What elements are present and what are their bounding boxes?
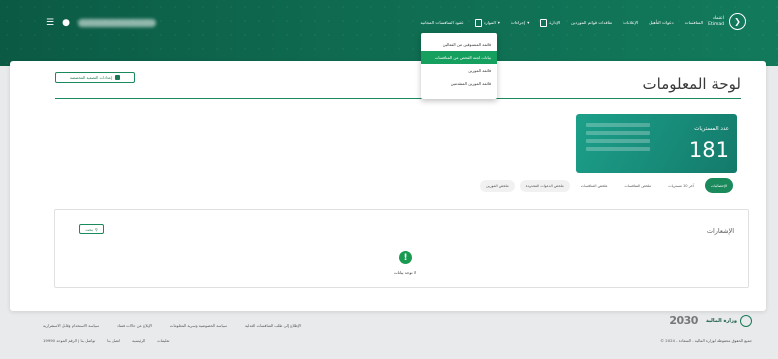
- empty-message: لا توجد بيانات: [393, 270, 417, 275]
- top-navigation-bar: ☰ ● المنافسات دعوات التأهيل الإعلانات تع…: [0, 0, 778, 66]
- menu-icon[interactable]: ☰: [46, 18, 54, 28]
- tab-last-10-purchases[interactable]: آخر 10 مستريات: [662, 180, 700, 192]
- dropdown-item[interactable]: قائمة المتسوقين من الفعالين: [421, 38, 497, 51]
- footer-links-row1: الإطلاع إلى طلب المنافسات العدلية سياسة …: [43, 323, 301, 328]
- tab-statistics[interactable]: الإحصائيات: [704, 178, 733, 193]
- dropdown-item[interactable]: قائمة المورين: [421, 64, 497, 77]
- vision-2030-logo: 2030: [669, 314, 698, 327]
- resources-dropdown-menu: قائمة المتسوقين من الفعالين بيانات لجنة …: [421, 33, 497, 99]
- nav-competitions[interactable]: المنافسات: [685, 17, 703, 29]
- dropdown-item[interactable]: قائمة المورين المتقدمين: [421, 77, 497, 90]
- tab-competitions-summary-2[interactable]: ملخص المنافسات: [575, 180, 614, 192]
- nav-free-contracts[interactable]: عقود المنافسات المجانية: [421, 17, 464, 29]
- custom-filter-settings-button[interactable]: إعدادات التصفية المخصصة: [55, 72, 135, 83]
- ministry-emblem-icon: [740, 314, 752, 327]
- nav-resources-label: الموارد: [483, 20, 496, 25]
- exclamation-icon: !: [399, 251, 412, 264]
- page-title: لوحة المعلومات: [642, 75, 742, 93]
- tab-suppliers-summary[interactable]: ملخص المورين: [480, 179, 515, 192]
- stat-value: 181: [688, 138, 729, 162]
- footer-link[interactable]: الإبلاغ عن حالات فساد: [117, 323, 152, 328]
- search-icon: ⚲: [94, 226, 98, 232]
- footer-link[interactable]: سياسة الاستخدام وقابل الاستقرارية: [43, 323, 99, 328]
- nav-resources[interactable]: الموارد ▾: [474, 17, 500, 29]
- logo-text-en: Etimad: [708, 21, 724, 27]
- notifications-panel: الإشعارات بحث ⚲ ! لا توجد بيانات: [54, 209, 749, 288]
- main-nav: المنافسات دعوات التأهيل الإعلانات تعاقدا…: [421, 17, 703, 29]
- copyright-text: © جميع الحقوق محفوظة لوزارة المالية - ال…: [660, 338, 752, 343]
- publish-button-label: إعدادات التصفية المخصصة: [69, 75, 113, 80]
- dot-icon: ●: [62, 18, 70, 28]
- footer-logos: 2030 وزارة المالية: [669, 314, 752, 327]
- footer-link[interactable]: الإطلاع إلى طلب المنافسات العدلية: [245, 323, 301, 328]
- dropdown-item-active[interactable]: بيانات لجنة الفحص من المنافسات: [421, 51, 497, 64]
- nav-actions[interactable]: إجراءات ▾: [511, 17, 529, 29]
- tab-limited-invitations-summary[interactable]: ملخص الدعوات المحدودة: [519, 179, 570, 192]
- document-icon: [474, 19, 482, 27]
- logo-arrow-icon: ❯: [729, 13, 746, 30]
- logo-text: اعتماد Etimad: [708, 16, 724, 28]
- footer-links-row2: تعليمات الرئيسية اتصل بنا تواصل بنا | ال…: [43, 338, 169, 343]
- dashboard-tabs: الإحصائيات آخر 10 مستريات ملخص المنافسات…: [480, 178, 733, 193]
- etimad-logo[interactable]: اعتماد Etimad ❯: [708, 13, 746, 30]
- nav-supplier-lists[interactable]: تعاقدات قوائم الموردين: [571, 17, 612, 29]
- nav-management[interactable]: الإدارة: [540, 17, 560, 29]
- nav-management-label: الإدارة: [549, 20, 561, 25]
- dashboard-card: إعدادات التصفية المخصصة لوحة المعلومات ع…: [10, 61, 766, 311]
- settings-icon: [115, 75, 121, 80]
- user-area: ☰ ●: [46, 18, 156, 28]
- footer-link[interactable]: اتصل بنا: [107, 338, 120, 343]
- purchases-count-card: عدد المستريات 181: [576, 114, 737, 173]
- ministry-name: وزارة المالية: [705, 317, 737, 324]
- search-label: بحث: [85, 226, 93, 232]
- title-divider: [55, 98, 741, 99]
- search-button[interactable]: بحث ⚲: [79, 224, 104, 234]
- footer-link[interactable]: تعليمات: [157, 338, 169, 343]
- nav-actions-label: إجراءات: [510, 20, 526, 25]
- notifications-title: الإشعارات: [706, 227, 734, 235]
- document-icon: [540, 19, 548, 27]
- footer-link[interactable]: الرئيسية: [132, 338, 145, 343]
- footer-link[interactable]: سياسة الخصوصية وسرية المعلومات: [170, 323, 227, 328]
- footer-link[interactable]: تواصل بنا | الرقم الموحد 19990: [43, 338, 95, 343]
- user-name-blurred[interactable]: [77, 19, 156, 27]
- stat-label: عدد المستريات: [694, 126, 729, 132]
- stat-decoration: [586, 123, 650, 163]
- tab-competitions-summary[interactable]: ملخص المنافسات: [618, 180, 657, 192]
- ministry-of-finance-logo: وزارة المالية: [705, 314, 752, 327]
- nav-announcements[interactable]: الإعلانات: [623, 17, 638, 29]
- nav-qualification-invitations[interactable]: دعوات التأهيل: [649, 17, 674, 29]
